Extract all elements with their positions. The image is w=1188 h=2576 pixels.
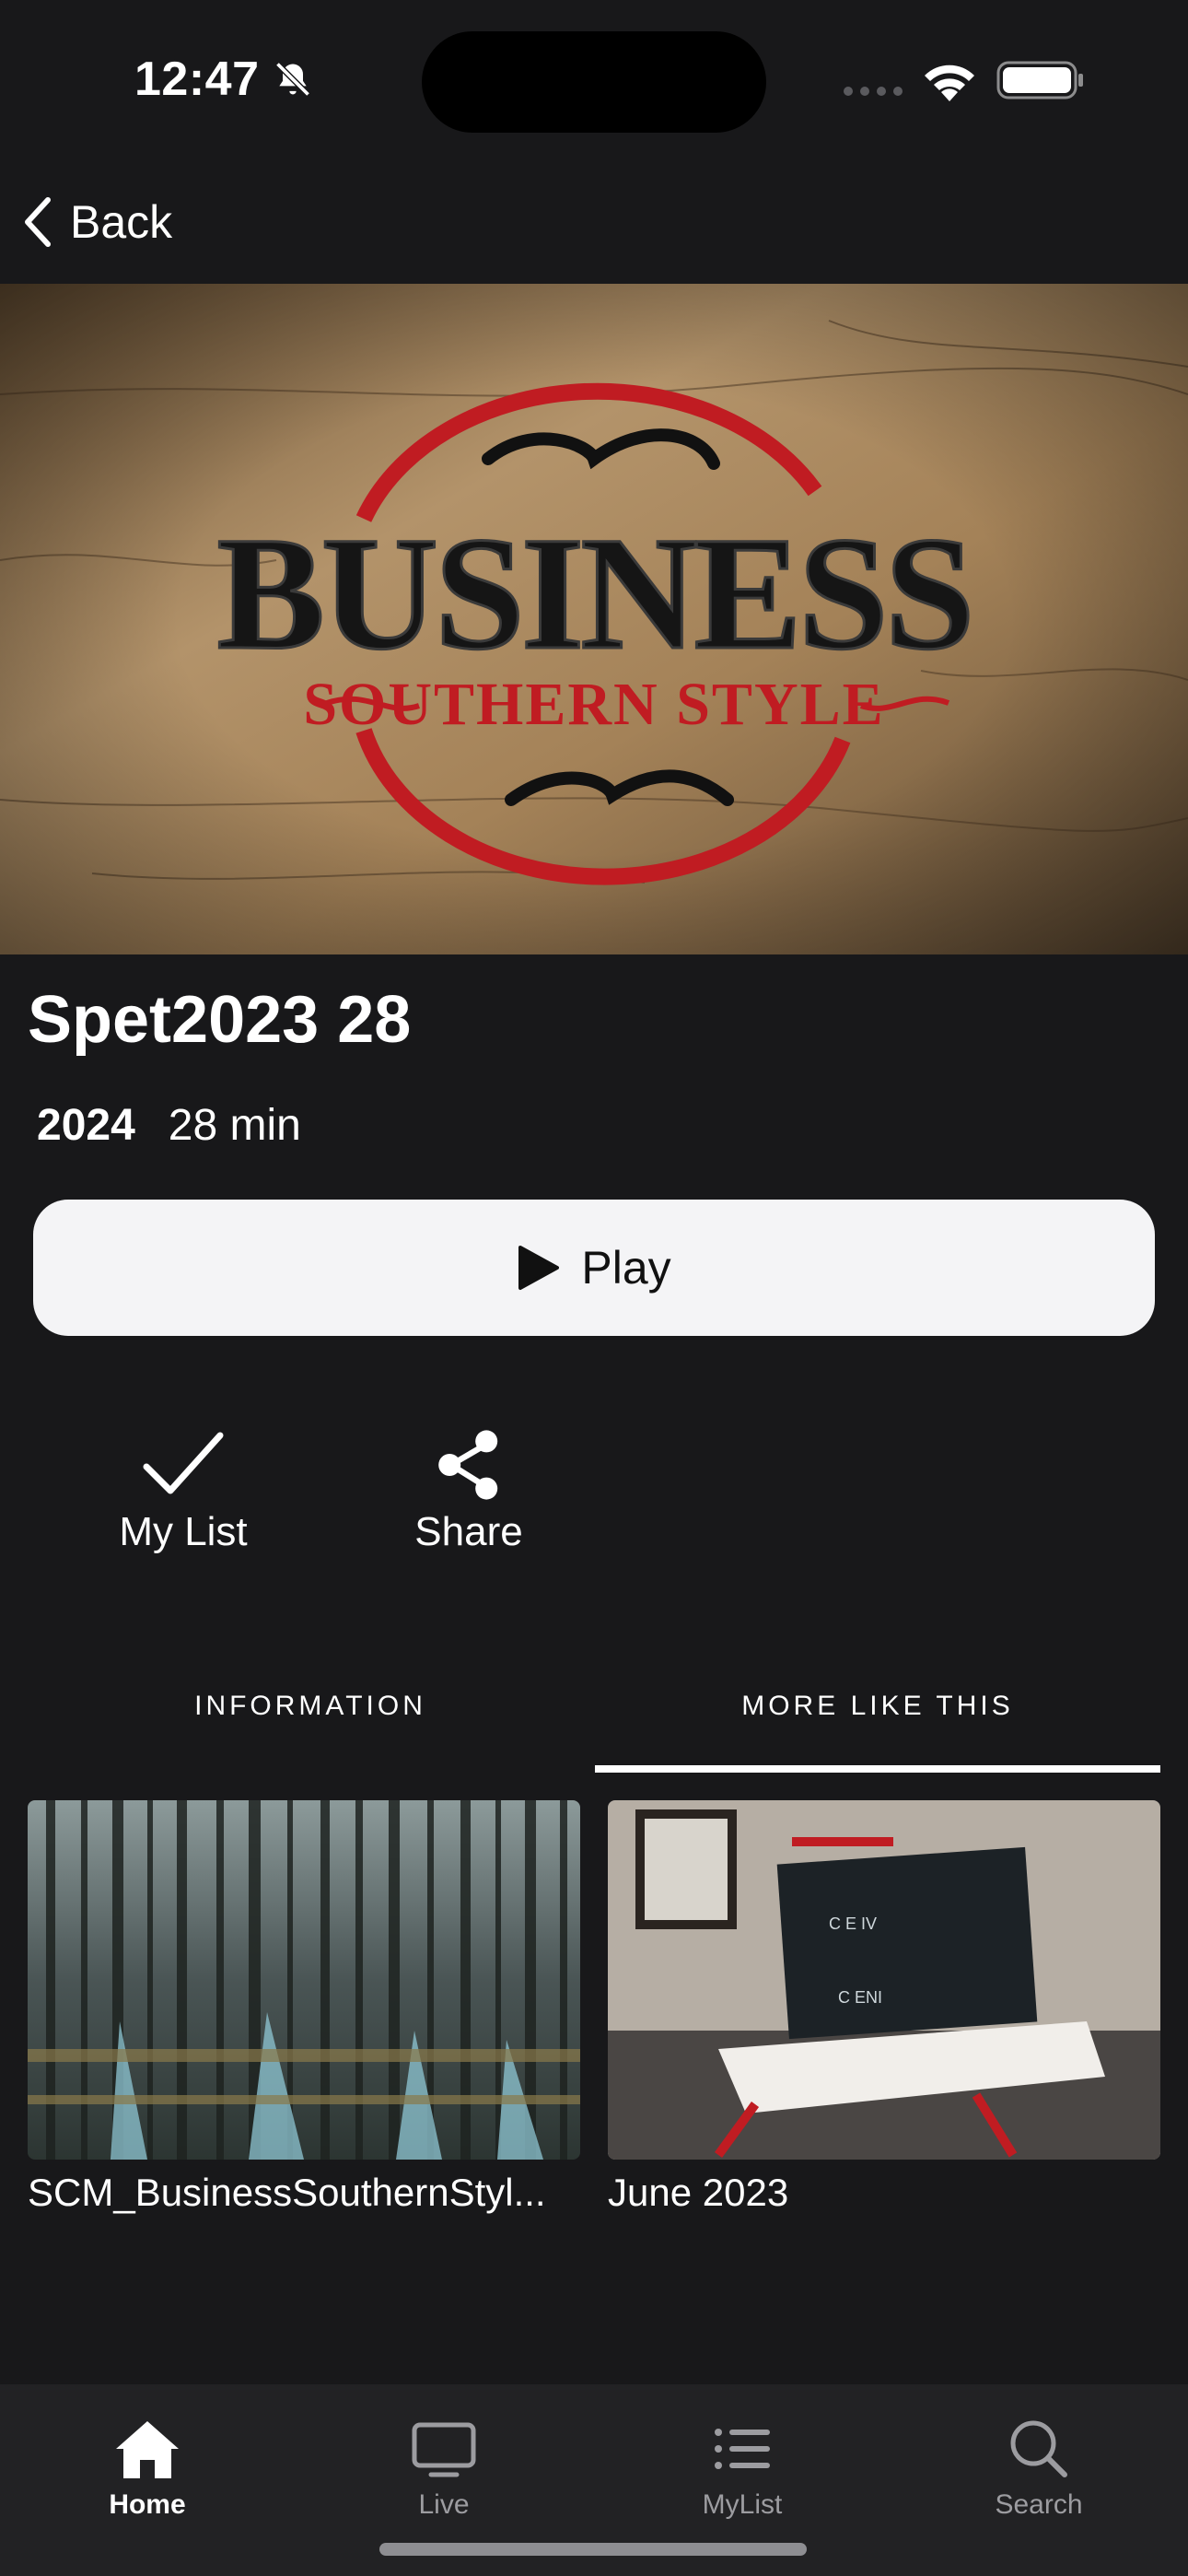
episode-year: 2024	[37, 1101, 135, 1150]
tab-more-like-this-label: MORE LIKE THIS	[741, 1691, 1014, 1721]
dynamic-island	[422, 31, 766, 133]
tab-information-label: INFORMATION	[194, 1691, 426, 1721]
related-card-thumbnail: C E IV C ENI	[608, 1800, 1160, 2160]
share-label: Share	[414, 1509, 523, 1554]
list-icon	[715, 2429, 770, 2469]
my-list-button[interactable]: My List	[105, 1428, 262, 1555]
svg-text:C E IV: C E IV	[829, 1914, 877, 1933]
tv-icon	[412, 2422, 476, 2477]
related-card-title: June 2023	[608, 2171, 789, 2214]
tab-live[interactable]: Live	[352, 2418, 536, 2521]
tab-more-like-this[interactable]: MORE LIKE THIS	[595, 1677, 1160, 1769]
signal-icon	[844, 87, 903, 96]
related-card[interactable]: C E IV C ENI June 2023	[608, 1800, 1160, 2215]
back-label: Back	[70, 196, 173, 248]
search-icon	[1010, 2420, 1067, 2477]
play-button[interactable]: Play	[33, 1200, 1155, 1336]
tab-mylist[interactable]: MyList	[650, 2418, 834, 2521]
home-indicator[interactable]	[379, 2543, 807, 2556]
share-icon	[438, 1430, 498, 1500]
play-icon	[518, 1246, 560, 1290]
episode-title: Spet2023 28	[28, 983, 412, 1057]
related-card-thumbnail	[28, 1800, 580, 2160]
my-list-label: My List	[119, 1509, 248, 1554]
business-southern-style-logo: BUSINESS SOUTHERN STYLE	[0, 284, 1188, 954]
svg-text:BUSINESS: BUSINESS	[216, 504, 971, 684]
tab-information[interactable]: INFORMATION	[28, 1677, 593, 1769]
play-label: Play	[581, 1242, 671, 1294]
tab-home-label: Home	[109, 2489, 186, 2520]
related-card-title: SCM_BusinessSouthernStyl...	[28, 2171, 546, 2214]
episode-duration: 28 min	[168, 1101, 301, 1150]
tab-active-indicator	[595, 1765, 1160, 1773]
episode-meta: 2024 28 min	[37, 1100, 301, 1151]
checkmark-icon	[143, 1432, 224, 1494]
tab-search[interactable]: Search	[947, 2418, 1131, 2521]
tab-home[interactable]: Home	[55, 2418, 239, 2521]
hero-image: BUSINESS SOUTHERN STYLE	[0, 284, 1188, 954]
wifi-icon	[925, 64, 974, 101]
share-button[interactable]: Share	[400, 1428, 538, 1555]
tab-search-label: Search	[995, 2489, 1083, 2520]
tab-live-label: Live	[418, 2489, 470, 2520]
status-time: 12:47	[134, 53, 260, 106]
home-icon	[116, 2421, 179, 2478]
bell-slash-icon	[275, 62, 310, 97]
battery-icon	[996, 61, 1083, 100]
chevron-left-icon	[25, 197, 51, 247]
svg-text:C ENI: C ENI	[838, 1988, 882, 2007]
status-bar: 12:47	[0, 0, 1188, 157]
related-card[interactable]: SCM_BusinessSouthernStyl...	[28, 1800, 580, 2215]
tab-mylist-label: MyList	[702, 2489, 783, 2520]
back-button[interactable]: Back	[18, 190, 172, 254]
